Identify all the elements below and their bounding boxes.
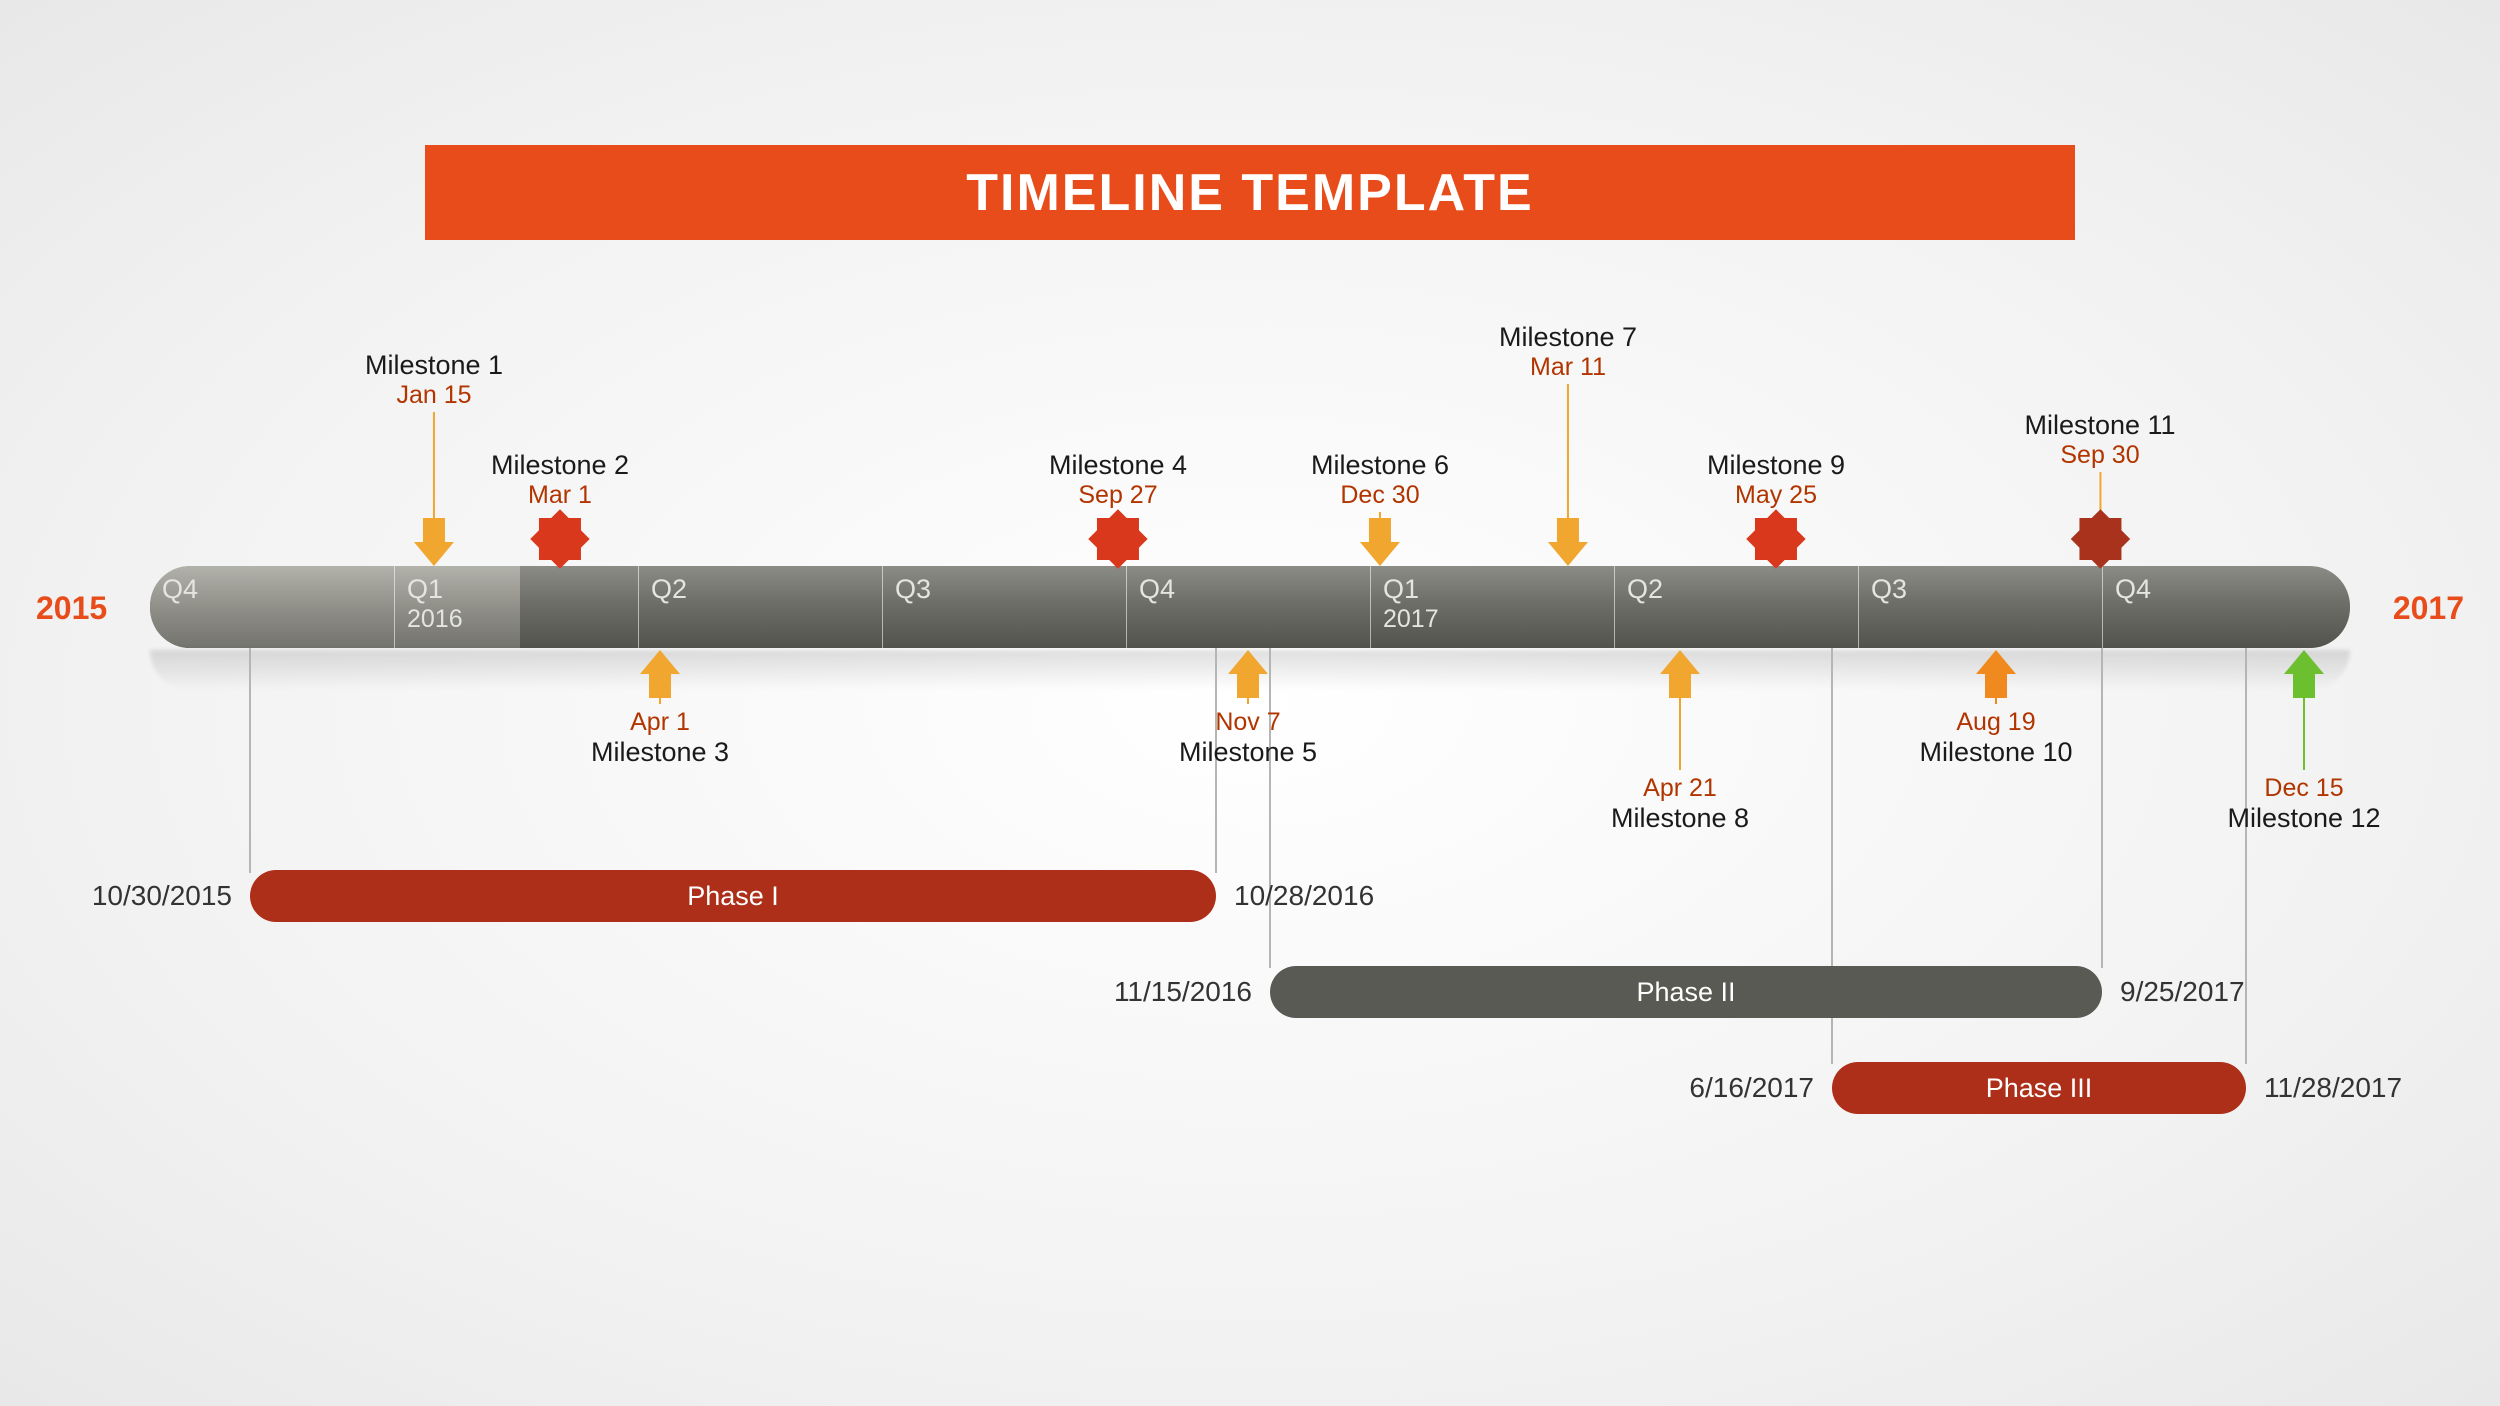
milestone-date: Dec 15 bbox=[2227, 774, 2380, 803]
milestone-date: Jan 15 bbox=[365, 381, 503, 410]
milestone-date: Dec 30 bbox=[1311, 481, 1449, 510]
quarter-label: Q4 bbox=[162, 574, 198, 604]
timeline-bar: Q4Q12016Q2Q3Q4Q12017Q2Q3Q4 bbox=[150, 566, 2350, 648]
quarter-cell: Q4 bbox=[2102, 566, 2350, 648]
phase-start-date: 11/15/2016 bbox=[1114, 976, 1252, 1008]
milestone-date: Nov 7 bbox=[1179, 708, 1317, 737]
phase-end-date: 9/25/2017 bbox=[2120, 976, 2245, 1008]
burst-icon bbox=[1746, 509, 1805, 568]
quarter-cell: Q2 bbox=[1614, 566, 1858, 648]
phase-start-date: 6/16/2017 bbox=[1689, 1072, 1814, 1104]
start-year: 2015 bbox=[36, 590, 107, 627]
milestone-name: Milestone 12 bbox=[2227, 803, 2380, 834]
milestone-name: Milestone 4 bbox=[1049, 450, 1187, 481]
quarter-cell: Q3 bbox=[882, 566, 1126, 648]
milestone-date: Apr 21 bbox=[1611, 774, 1749, 803]
milestone-date: Sep 27 bbox=[1049, 481, 1187, 510]
title-text: TIMELINE TEMPLATE bbox=[966, 163, 1533, 223]
phase-end-date: 10/28/2016 bbox=[1234, 880, 1374, 912]
milestone-name: Milestone 10 bbox=[1919, 737, 2072, 768]
phase-name: Phase I bbox=[687, 881, 779, 912]
phase-bar: Phase II bbox=[1270, 966, 2102, 1018]
phase-guideline bbox=[2245, 648, 2247, 1064]
arrow-up-icon bbox=[1228, 650, 1268, 674]
milestone: Milestone 4Sep 27 bbox=[1049, 450, 1187, 510]
phase-bar: Phase I bbox=[250, 870, 1216, 922]
quarter-cell: Q4 bbox=[150, 566, 394, 648]
quarter-label: Q4 bbox=[1139, 574, 1175, 604]
phase-bar: Phase III bbox=[1832, 1062, 2246, 1114]
milestone-date: May 25 bbox=[1707, 481, 1845, 510]
quarter-cell: Q3 bbox=[1858, 566, 2102, 648]
quarter-label: Q2 bbox=[651, 574, 687, 604]
milestone-name: Milestone 3 bbox=[591, 737, 729, 768]
milestone-name: Milestone 7 bbox=[1499, 322, 1637, 353]
milestone-name: Milestone 6 bbox=[1311, 450, 1449, 481]
end-year: 2017 bbox=[2393, 590, 2464, 627]
phase-name: Phase II bbox=[1636, 977, 1735, 1008]
burst-icon bbox=[2070, 509, 2129, 568]
quarter-label: Q1 bbox=[407, 574, 443, 604]
burst-icon bbox=[530, 509, 589, 568]
milestone: Milestone 9May 25 bbox=[1707, 450, 1845, 510]
quarter-cell: Q12017 bbox=[1370, 566, 1614, 648]
milestone-date: Mar 11 bbox=[1499, 353, 1637, 382]
phase-start-date: 10/30/2015 bbox=[92, 880, 232, 912]
quarter-cell: Q2 bbox=[638, 566, 882, 648]
milestone-name: Milestone 5 bbox=[1179, 737, 1317, 768]
milestone-name: Milestone 9 bbox=[1707, 450, 1845, 481]
quarter-cell: Q4 bbox=[1126, 566, 1370, 648]
quarter-label: Q1 bbox=[1383, 574, 1419, 604]
phase-name: Phase III bbox=[1986, 1073, 2093, 1104]
milestone-name: Milestone 11 bbox=[2024, 410, 2175, 441]
milestone-date: Apr 1 bbox=[591, 708, 729, 737]
quarter-label: Q4 bbox=[2115, 574, 2151, 604]
arrow-down-icon bbox=[1360, 542, 1400, 566]
arrow-up-icon bbox=[1660, 650, 1700, 674]
arrow-down-icon bbox=[1548, 542, 1588, 566]
burst-icon bbox=[1088, 509, 1147, 568]
title-banner: TIMELINE TEMPLATE bbox=[425, 145, 2075, 240]
quarter-cell: Q12016 bbox=[394, 566, 638, 648]
milestone: Milestone 6Dec 30 bbox=[1311, 450, 1449, 510]
milestone-date: Aug 19 bbox=[1919, 708, 2072, 737]
milestone: Milestone 2Mar 1 bbox=[491, 450, 629, 510]
milestone-stem bbox=[1995, 698, 1997, 704]
milestone-name: Milestone 1 bbox=[365, 350, 503, 381]
milestone-stem bbox=[1247, 698, 1249, 704]
milestone-stem bbox=[659, 698, 661, 704]
milestone-name: Milestone 2 bbox=[491, 450, 629, 481]
phase-guideline bbox=[2101, 648, 2103, 968]
phase-guideline bbox=[249, 648, 251, 873]
quarter-label: Q3 bbox=[895, 574, 931, 604]
arrow-up-icon bbox=[1976, 650, 2016, 674]
milestone-stem bbox=[2303, 698, 2305, 770]
quarter-year: 2017 bbox=[1383, 605, 1614, 634]
timeline-quarters: Q4Q12016Q2Q3Q4Q12017Q2Q3Q4 bbox=[150, 566, 2350, 648]
milestone: Milestone 11Sep 30 bbox=[2024, 410, 2175, 470]
quarter-year: 2016 bbox=[407, 605, 638, 634]
arrow-down-icon bbox=[414, 542, 454, 566]
arrow-up-icon bbox=[2284, 650, 2324, 674]
quarter-label: Q2 bbox=[1627, 574, 1663, 604]
milestone-stem bbox=[1679, 698, 1681, 770]
arrow-up-icon bbox=[640, 650, 680, 674]
phase-end-date: 11/28/2017 bbox=[2264, 1072, 2402, 1104]
phase-guideline bbox=[1269, 648, 1271, 968]
milestone-stem bbox=[433, 412, 435, 532]
milestone-date: Mar 1 bbox=[491, 481, 629, 510]
milestone: Milestone 1Jan 15 bbox=[365, 350, 503, 410]
milestone: Milestone 7Mar 11 bbox=[1499, 322, 1637, 382]
milestone-name: Milestone 8 bbox=[1611, 803, 1749, 834]
quarter-label: Q3 bbox=[1871, 574, 1907, 604]
milestone-date: Sep 30 bbox=[2024, 441, 2175, 470]
